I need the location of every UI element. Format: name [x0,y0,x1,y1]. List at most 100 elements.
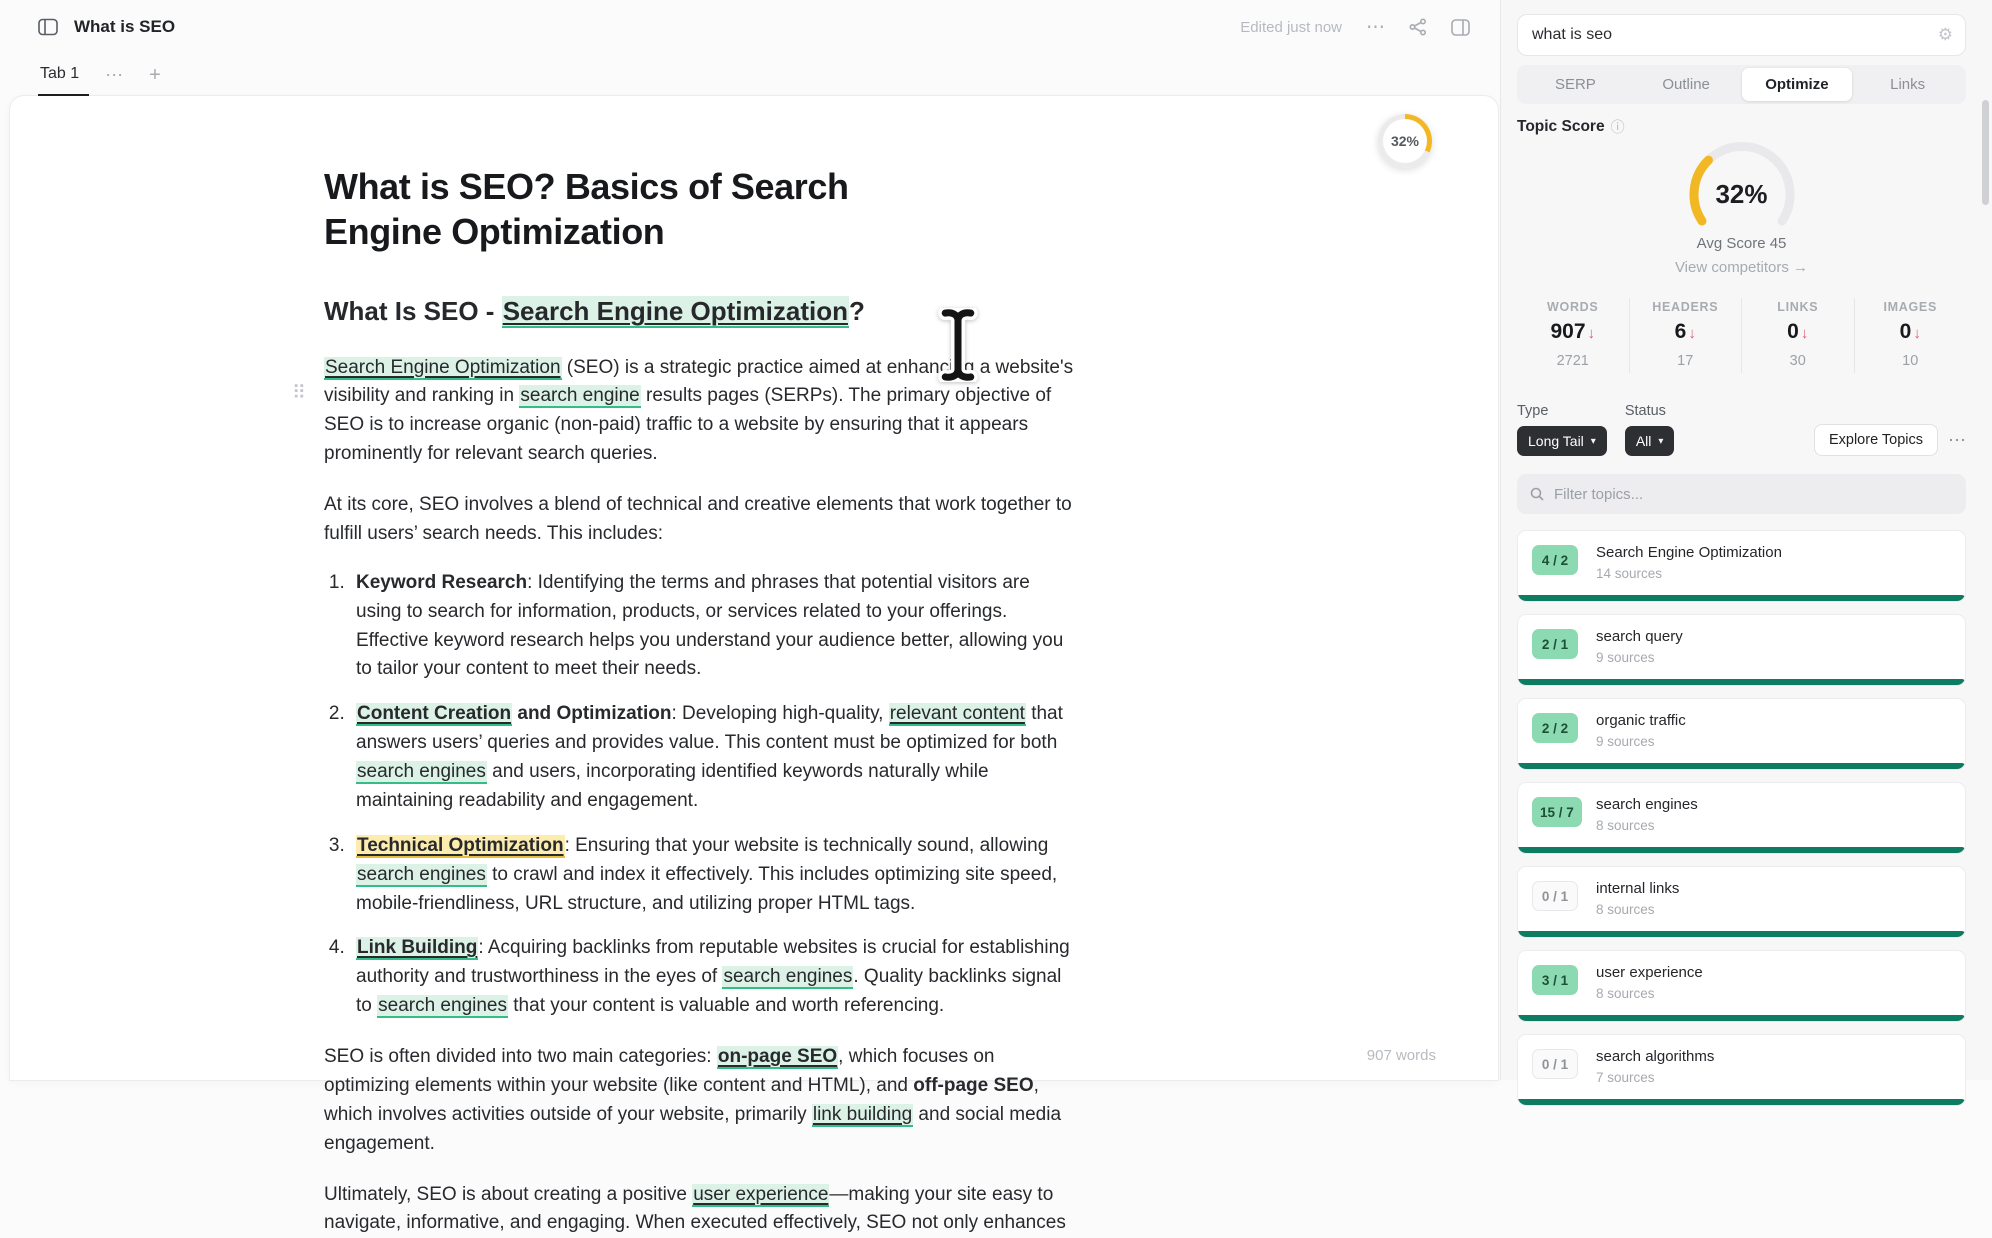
topic-card[interactable]: 0 / 1 internal links 8 sources [1517,866,1966,938]
document-title: What is SEO [74,17,175,37]
doc-paragraph-3: SEO is often divided into two main categ… [324,1043,1076,1159]
topic-name: search algorithms [1596,1048,1951,1065]
tab-optimize[interactable]: Optimize [1742,68,1853,101]
chevron-down-icon: ▾ [1591,436,1596,447]
edited-status: Edited just now [1240,19,1342,36]
word-count: 907 words [1367,1047,1436,1064]
settings-gear-icon[interactable]: ⚙ [1938,25,1953,45]
topic-sources: 8 sources [1596,902,1951,917]
doc-numbered-list: Keyword Research: Identifying the terms … [324,569,1076,1021]
down-arrow-icon: ↓ [1688,325,1696,342]
view-competitors-link[interactable]: View competitors → [1517,259,1966,276]
topic-name: search query [1596,628,1951,645]
drag-handle-icon[interactable]: ⠿ [292,380,306,409]
topic-progress-bar [1518,847,1965,853]
topic-name: organic traffic [1596,712,1951,729]
topic-usage-badge: 4 / 2 [1532,545,1578,575]
doc-paragraph-2: At its core, SEO involves a blend of tec… [324,491,1076,549]
app-window: What is SEO Edited just now ⋯ Tab 1 ⋯ + … [0,0,1992,1080]
doc-list-item-3: Technical Optimization: Ensuring that yo… [350,832,1076,919]
topic-sources: 8 sources [1596,986,1951,1001]
doc-list-item-2: Content Creation and Optimization: Devel… [350,700,1076,816]
doc-heading-1: What is SEO? Basics of Search Engine Opt… [324,164,964,254]
editor-header: What is SEO Edited just now ⋯ [0,0,1500,54]
topic-usage-badge: 2 / 1 [1532,629,1578,659]
topic-score-value: 32% [1657,179,1827,210]
type-label: Type [1517,403,1607,419]
tab-serp[interactable]: SERP [1520,68,1631,101]
topic-progress-bar [1518,763,1965,769]
topic-card[interactable]: 15 / 7 search engines 8 sources [1517,782,1966,854]
topic-progress-bar [1518,931,1965,937]
topic-sources: 8 sources [1596,818,1951,833]
topic-name: user experience [1596,964,1951,981]
more-icon[interactable]: ⋯ [1366,18,1385,37]
sidebar-toggle-icon[interactable] [38,18,58,36]
topic-sources: 9 sources [1596,734,1951,749]
topic-name: internal links [1596,880,1951,897]
stat-links: LINKS 0↓ 30 [1741,298,1854,373]
panel-toggle-icon[interactable] [1451,19,1470,36]
topic-sources: 14 sources [1596,566,1951,581]
tab-more-icon[interactable]: ⋯ [105,65,123,86]
search-icon [1529,486,1545,502]
topic-name: search engines [1596,796,1951,813]
header-actions: Edited just now ⋯ [1240,18,1470,37]
doc-list-item-4: Link Building: Acquiring backlinks from … [350,934,1076,1021]
avg-score: Avg Score 45 [1517,235,1966,252]
topic-usage-badge: 3 / 1 [1532,965,1578,995]
tab-links[interactable]: Links [1852,68,1963,101]
document-sheet: 32% What is SEO? Basics of Search Engine… [10,96,1498,1080]
topic-card[interactable]: 3 / 1 user experience 8 sources [1517,950,1966,1022]
topic-usage-badge: 2 / 2 [1532,713,1578,743]
content-stats: WORDS 907↓ 2721 HEADERS 6↓ 17 LINKS 0↓ 3… [1517,298,1966,373]
query-search-box[interactable]: ⚙ [1517,14,1966,56]
topics-more-icon[interactable]: ⋯ [1948,430,1966,456]
topic-progress-bar [1518,595,1965,601]
topic-sources: 7 sources [1596,1070,1951,1085]
topic-card[interactable]: 4 / 2 Search Engine Optimization 14 sour… [1517,530,1966,602]
topic-sources: 9 sources [1596,650,1951,665]
share-icon[interactable] [1409,18,1427,36]
down-arrow-icon: ↓ [1588,325,1596,342]
down-arrow-icon: ↓ [1913,325,1921,342]
topic-usage-badge: 0 / 1 [1532,1049,1578,1079]
down-arrow-icon: ↓ [1801,325,1809,342]
stat-images: IMAGES 0↓ 10 [1854,298,1967,373]
doc-paragraph-4: Ultimately, SEO is about creating a posi… [324,1181,1076,1238]
status-dropdown[interactable]: All▾ [1625,426,1675,456]
topic-progress-bar [1518,1015,1965,1021]
query-input[interactable] [1532,26,1938,44]
filter-topics-box[interactable] [1517,474,1966,514]
explore-topics-button[interactable]: Explore Topics [1814,424,1938,456]
add-tab-icon[interactable]: + [149,64,161,87]
topic-score-label: Topic Score [1517,118,1605,136]
info-icon[interactable]: ⓘ [1611,117,1625,137]
stat-headers: HEADERS 6↓ 17 [1629,298,1742,373]
document-tabbar: Tab 1 ⋯ + [38,54,161,96]
doc-list-item-1: Keyword Research: Identifying the terms … [350,569,1076,685]
chevron-down-icon: ▾ [1658,436,1663,447]
tab-outline[interactable]: Outline [1631,68,1742,101]
stat-words: WORDS 907↓ 2721 [1517,298,1629,373]
topics-list: 4 / 2 Search Engine Optimization 14 sour… [1517,530,1966,1106]
optimize-panel: ⚙ SERP Outline Optimize Links Topic Scor… [1500,0,1992,1080]
tab-1[interactable]: Tab 1 [38,54,89,96]
topic-card[interactable]: 2 / 2 organic traffic 9 sources [1517,698,1966,770]
text-cursor-icon [935,308,981,382]
editor-area: What is SEO Edited just now ⋯ Tab 1 ⋯ + … [0,0,1500,1080]
scrollbar-thumb[interactable] [1982,100,1989,205]
doc-score-ring: 32% [1378,114,1432,168]
doc-score-value: 32% [1383,119,1427,163]
topic-score-header: Topic Score ⓘ [1517,117,1966,137]
status-label: Status [1625,403,1675,419]
topic-name: Search Engine Optimization [1596,544,1951,561]
type-dropdown[interactable]: Long Tail▾ [1517,426,1607,456]
topic-usage-badge: 15 / 7 [1532,797,1582,827]
topic-progress-bar [1518,679,1965,685]
topic-card[interactable]: 2 / 1 search query 9 sources [1517,614,1966,686]
topic-usage-badge: 0 / 1 [1532,881,1578,911]
filter-topics-input[interactable] [1554,486,1954,503]
topic-card[interactable]: 0 / 1 search algorithms 7 sources [1517,1034,1966,1106]
topic-filters: Type Long Tail▾ Status All▾ Explore Topi… [1517,403,1966,456]
